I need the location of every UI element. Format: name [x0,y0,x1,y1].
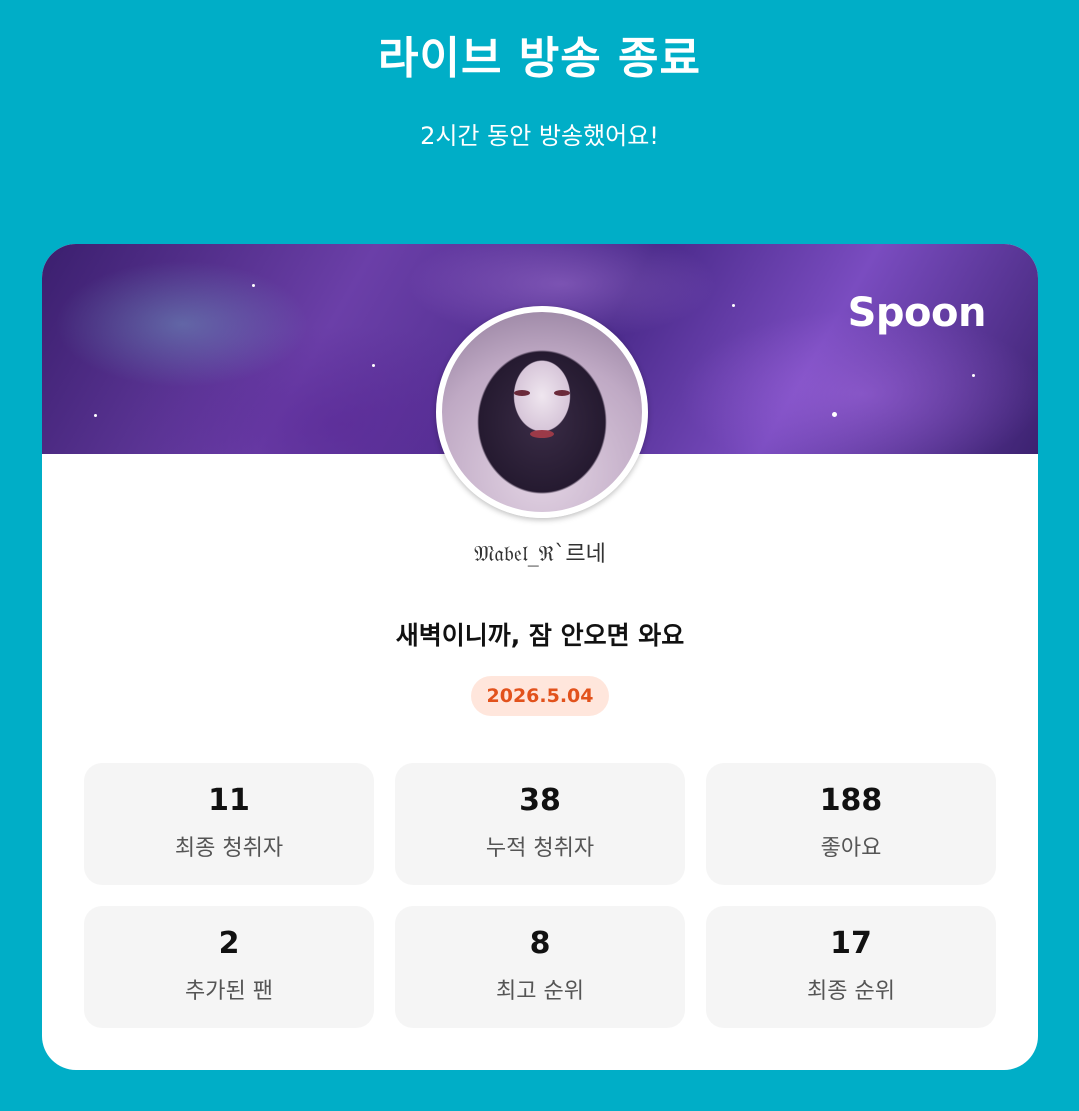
stat-label: 최종 순위 [807,979,895,1004]
profile-avatar[interactable] [436,306,648,518]
star-decoration [94,414,97,417]
page-title: 라이브 방송 종료 [378,33,701,84]
stats-grid: 11 최종 청취자 38 누적 청취자 188 좋아요 2 추가된 팬 8 최고… [84,763,996,1028]
stat-value: 8 [529,926,551,961]
star-decoration [832,412,837,417]
dj-nickname: 𝔐𝔞𝔟𝔢𝔩_ℜ`르네 [474,542,606,567]
stat-label: 추가된 팬 [185,979,273,1004]
spoon-logo: Spoon [847,290,987,336]
avatar-eye [514,390,530,396]
live-end-screen: 라이브 방송 종료 2시간 동안 방송했어요! Spoon 𝔐𝔞𝔟𝔢𝔩_ℜ`르네… [0,0,1079,1111]
stat-new-fans: 2 추가된 팬 [84,906,374,1028]
date-badge: 2026.5.04 [471,676,609,716]
stat-total-listeners: 38 누적 청취자 [395,763,685,885]
broadcast-summary-card: Spoon 𝔐𝔞𝔟𝔢𝔩_ℜ`르네 새벽이니까, 잠 안오면 와요 2026.5.… [42,244,1038,1070]
stat-value: 17 [830,926,872,961]
star-decoration [972,374,975,377]
stat-value: 11 [208,783,250,818]
stat-best-rank: 8 최고 순위 [395,906,685,1028]
stat-label: 누적 청취자 [485,836,595,861]
stat-value: 188 [819,783,883,818]
stat-final-rank: 17 최종 순위 [706,906,996,1028]
avatar-eye [554,390,570,396]
broadcast-title: 새벽이니까, 잠 안오면 와요 [395,621,685,650]
stat-label: 최고 순위 [496,979,584,1004]
stat-value: 2 [218,926,240,961]
stat-likes: 188 좋아요 [706,763,996,885]
star-decoration [372,364,375,367]
stat-value: 38 [519,783,561,818]
star-decoration [252,284,255,287]
stat-label: 좋아요 [820,836,882,861]
star-decoration [732,304,735,307]
stat-final-listeners: 11 최종 청취자 [84,763,374,885]
stat-label: 최종 청취자 [174,836,284,861]
broadcast-duration: 2시간 동안 방송했어요! [420,122,659,150]
avatar-lips [530,430,554,438]
